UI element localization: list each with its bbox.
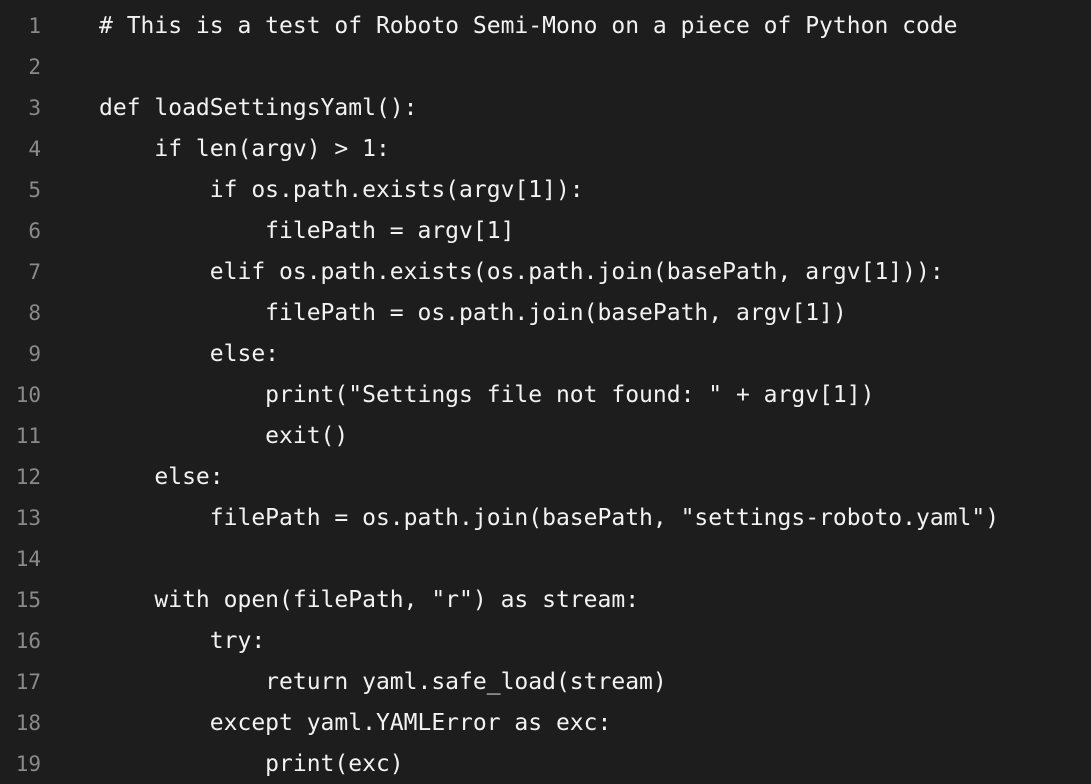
- code-line[interactable]: 2: [0, 47, 1091, 88]
- line-number: 3: [28, 96, 41, 120]
- code-text[interactable]: elif os.path.exists(os.path.join(basePat…: [99, 252, 944, 293]
- code-editor[interactable]: 1 # This is a test of Roboto Semi-Mono on…: [0, 0, 1091, 784]
- line-number: 8: [28, 301, 41, 325]
- line-number: 11: [15, 424, 41, 448]
- code-text[interactable]: return yaml.safe_load(stream): [99, 662, 667, 703]
- code-line[interactable]: 19 print(exc): [0, 744, 1091, 784]
- line-number: 4: [28, 137, 41, 161]
- code-text[interactable]: def loadSettingsYaml():: [99, 88, 418, 129]
- code-line[interactable]: 9 else:: [0, 334, 1091, 375]
- code-line[interactable]: 4 if len(argv) > 1:: [0, 129, 1091, 170]
- code-line[interactable]: 14: [0, 539, 1091, 580]
- line-number: 9: [28, 342, 41, 366]
- code-line[interactable]: 8 filePath = os.path.join(basePath, argv…: [0, 293, 1091, 334]
- code-line[interactable]: 7 elif os.path.exists(os.path.join(baseP…: [0, 252, 1091, 293]
- code-line[interactable]: 18 except yaml.YAMLError as exc:: [0, 703, 1091, 744]
- line-number: 6: [28, 219, 41, 243]
- line-number: 10: [15, 383, 41, 407]
- code-text[interactable]: else:: [99, 457, 223, 498]
- code-line[interactable]: 13 filePath = os.path.join(basePath, "se…: [0, 498, 1091, 539]
- line-number: 16: [15, 629, 41, 653]
- line-number: 14: [15, 547, 41, 571]
- line-number: 2: [28, 55, 41, 79]
- line-number: 7: [28, 260, 41, 284]
- code-line[interactable]: 11 exit(): [0, 416, 1091, 457]
- code-text[interactable]: filePath = os.path.join(basePath, "setti…: [99, 498, 999, 539]
- code-line[interactable]: 16 try:: [0, 621, 1091, 662]
- line-number: 18: [15, 711, 41, 735]
- code-text[interactable]: print("Settings file not found: " + argv…: [99, 375, 874, 416]
- code-line[interactable]: 17 return yaml.safe_load(stream): [0, 662, 1091, 703]
- code-text[interactable]: # This is a test of Roboto Semi-Mono on …: [99, 6, 958, 47]
- code-line[interactable]: 12 else:: [0, 457, 1091, 498]
- line-number: 19: [15, 752, 41, 776]
- code-line[interactable]: 10 print("Settings file not found: " + a…: [0, 375, 1091, 416]
- code-text[interactable]: if len(argv) > 1:: [99, 129, 389, 170]
- line-number: 17: [15, 670, 41, 694]
- code-text[interactable]: except yaml.YAMLError as exc:: [99, 703, 612, 744]
- code-text[interactable]: if os.path.exists(argv[1]):: [99, 170, 584, 211]
- code-text[interactable]: filePath = argv[1]: [99, 211, 514, 252]
- line-number: 15: [15, 588, 41, 612]
- line-number: 13: [15, 506, 41, 530]
- code-text[interactable]: filePath = os.path.join(basePath, argv[1…: [99, 293, 847, 334]
- code-text[interactable]: try:: [99, 621, 265, 662]
- code-line[interactable]: 15 with open(filePath, "r") as stream:: [0, 580, 1091, 621]
- code-line[interactable]: 3 def loadSettingsYaml():: [0, 88, 1091, 129]
- code-line[interactable]: 6 filePath = argv[1]: [0, 211, 1091, 252]
- line-number: 12: [15, 465, 41, 489]
- line-number: 1: [28, 14, 41, 38]
- code-text[interactable]: exit(): [99, 416, 348, 457]
- code-text[interactable]: with open(filePath, "r") as stream:: [99, 580, 639, 621]
- code-text[interactable]: else:: [99, 334, 279, 375]
- code-line[interactable]: 1 # This is a test of Roboto Semi-Mono on…: [0, 6, 1091, 47]
- code-line[interactable]: 5 if os.path.exists(argv[1]):: [0, 170, 1091, 211]
- code-text[interactable]: print(exc): [99, 744, 403, 784]
- line-number: 5: [28, 178, 41, 202]
